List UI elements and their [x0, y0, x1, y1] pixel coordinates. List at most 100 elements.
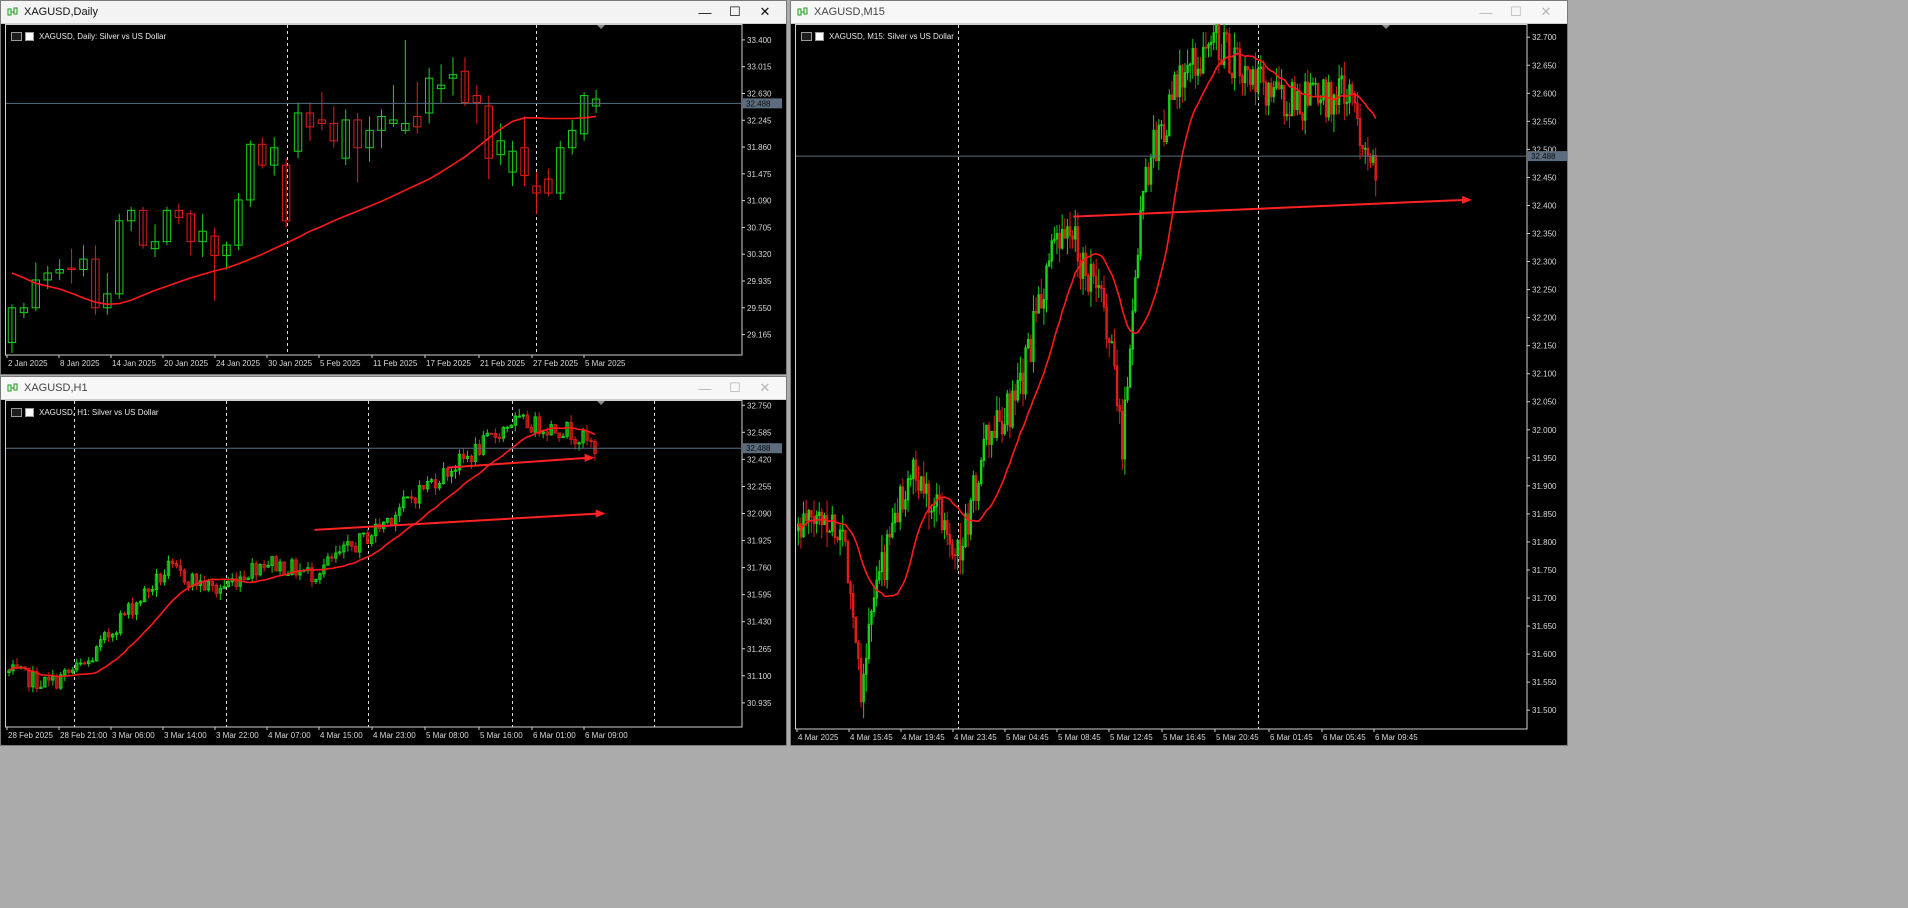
time-tick-label: 4 Mar 07:00: [268, 731, 311, 740]
moving-average-line: [11, 115, 597, 306]
candle-body: [1204, 46, 1208, 49]
time-tick-label: 4 Mar 23:45: [954, 733, 997, 742]
moving-average-line: [797, 52, 1377, 598]
candle-body: [1314, 82, 1317, 85]
minimize-button[interactable]: —: [690, 377, 720, 399]
candle-body: [909, 478, 912, 481]
time-tick-label: 5 Mar 16:45: [1163, 733, 1206, 742]
close-button[interactable]: ✕: [1531, 1, 1561, 23]
price-tick-label: 32.300: [1532, 258, 1557, 267]
time-tick-label: 5 Feb 2025: [320, 359, 361, 368]
price-tick-label: 31.430: [747, 618, 772, 627]
price-tick-label: 32.450: [1532, 173, 1557, 182]
time-tick-label: 3 Mar 14:00: [164, 731, 207, 740]
price-tick-label: 31.850: [1532, 510, 1557, 519]
chart-menu-icon: [25, 407, 34, 417]
candle-body: [497, 436, 502, 439]
price-tick-label: 31.265: [747, 645, 772, 654]
candle-body: [517, 415, 521, 418]
time-tick-label: 30 Jan 2025: [268, 359, 313, 368]
price-tick-label: 32.700: [1532, 33, 1557, 42]
chart-candles-icon: [797, 7, 808, 16]
time-tick-label: 3 Mar 06:00: [112, 731, 155, 740]
time-tick-label: 5 Mar 12:45: [1110, 733, 1153, 742]
price-tick-label: 31.550: [1532, 678, 1557, 687]
price-tick-label: 31.760: [747, 564, 772, 573]
close-button[interactable]: ✕: [750, 1, 780, 23]
time-tick-label: 6 Mar 09:45: [1375, 733, 1418, 742]
price-tick-label: 32.250: [1532, 286, 1557, 295]
chart-header-label: XAGUSD, H1: Silver vs US Dollar: [39, 407, 159, 417]
candle-body: [91, 660, 95, 663]
window-daily[interactable]: XAGUSD,Daily — ☐ ✕ XAGUSD, Daily: Silver…: [0, 0, 787, 375]
price-tick-label: 32.000: [1532, 426, 1557, 435]
price-tick-label: 31.600: [1532, 650, 1557, 659]
chart-area-daily[interactable]: XAGUSD, Daily: Silver vs US Dollar 33.40…: [5, 24, 782, 369]
titlebar[interactable]: XAGUSD,Daily — ☐ ✕: [1, 1, 786, 24]
candle-body: [577, 442, 581, 445]
price-tick-label: 31.950: [1532, 454, 1557, 463]
chart-candles-icon: [7, 7, 18, 16]
symbol-flag-icon: [801, 31, 812, 41]
current-price-label: 32.488: [746, 444, 771, 453]
price-tick-label: 32.200: [1532, 314, 1557, 323]
time-tick-label: 6 Mar 01:00: [533, 731, 576, 740]
maximize-button[interactable]: ☐: [720, 377, 750, 399]
time-tick-label: 28 Feb 2025: [8, 731, 53, 740]
maximize-button[interactable]: ☐: [1501, 1, 1531, 23]
minimize-button[interactable]: —: [1471, 1, 1501, 23]
titlebar[interactable]: XAGUSD,H1 — ☐ ✕: [1, 377, 786, 400]
chart-menu-icon: [25, 31, 34, 41]
minimize-button[interactable]: —: [690, 1, 720, 23]
candle-body: [1160, 124, 1163, 127]
plot-frame: [5, 400, 743, 728]
price-tick-label: 31.475: [747, 170, 772, 179]
price-tick-label: 32.245: [747, 116, 772, 125]
time-tick-label: 5 Mar 2025: [585, 359, 626, 368]
time-tick-label: 6 Mar 09:00: [585, 731, 628, 740]
price-tick-label: 32.255: [747, 482, 772, 491]
price-tick-label: 31.800: [1532, 538, 1557, 547]
time-tick-label: 4 Mar 15:45: [850, 733, 893, 742]
price-tick-label: 31.090: [747, 197, 772, 206]
moving-average-line: [8, 426, 596, 678]
maximize-button[interactable]: ☐: [720, 1, 750, 23]
close-button[interactable]: ✕: [750, 377, 780, 399]
price-tick-label: 32.550: [1532, 117, 1557, 126]
price-tick-label: 32.750: [747, 401, 772, 410]
time-tick-label: 4 Mar 23:00: [373, 731, 416, 740]
chart-shift-marker: [597, 25, 605, 29]
window-title: XAGUSD,H1: [24, 382, 88, 394]
chart-area-m15[interactable]: XAGUSD, M15: Silver vs US Dollar 32.700 3…: [795, 24, 1567, 743]
time-tick-label: 5 Mar 20:45: [1216, 733, 1259, 742]
chart-m15-svg: 32.70032.65032.60032.55032.50032.45032.4…: [795, 24, 1567, 742]
symbol-flag-icon: [11, 407, 22, 417]
titlebar[interactable]: XAGUSD,M15 — ☐ ✕: [791, 1, 1567, 24]
price-tick-label: 29.550: [747, 304, 772, 313]
window-h1[interactable]: XAGUSD,H1 — ☐ ✕ XAGUSD, H1: Silver vs US…: [0, 376, 787, 746]
current-price-label: 32.488: [1531, 152, 1556, 161]
window-title: XAGUSD,M15: [814, 6, 885, 18]
candle-body: [1110, 341, 1114, 344]
time-tick-label: 11 Feb 2025: [373, 359, 418, 368]
price-tick-label: 29.935: [747, 277, 772, 286]
price-tick-label: 32.585: [747, 428, 772, 437]
price-tick-label: 32.150: [1532, 342, 1557, 351]
price-tick-label: 31.900: [1532, 482, 1557, 491]
candle-body: [489, 432, 494, 435]
price-tick-label: 32.100: [1532, 370, 1557, 379]
time-tick-label: 5 Mar 16:00: [480, 731, 523, 740]
chart-menu-icon: [815, 31, 824, 41]
time-tick-label: 27 Feb 2025: [533, 359, 578, 368]
window-m15[interactable]: XAGUSD,M15 — ☐ ✕ XAGUSD, M15: Silver vs …: [790, 0, 1568, 746]
time-tick-label: 5 Mar 08:45: [1058, 733, 1101, 742]
chart-header: XAGUSD, M15: Silver vs US Dollar: [801, 30, 954, 42]
trend-arrow-head: [595, 509, 606, 518]
candle-body: [405, 496, 410, 499]
chart-area-h1[interactable]: XAGUSD, H1: Silver vs US Dollar 32.750 32…: [5, 400, 782, 741]
time-tick-label: 4 Mar 15:00: [320, 731, 363, 740]
candle-body: [521, 414, 525, 417]
price-tick-label: 32.600: [1532, 89, 1557, 98]
price-tick-label: 32.400: [1532, 201, 1557, 210]
trend-arrow-line: [314, 512, 600, 531]
